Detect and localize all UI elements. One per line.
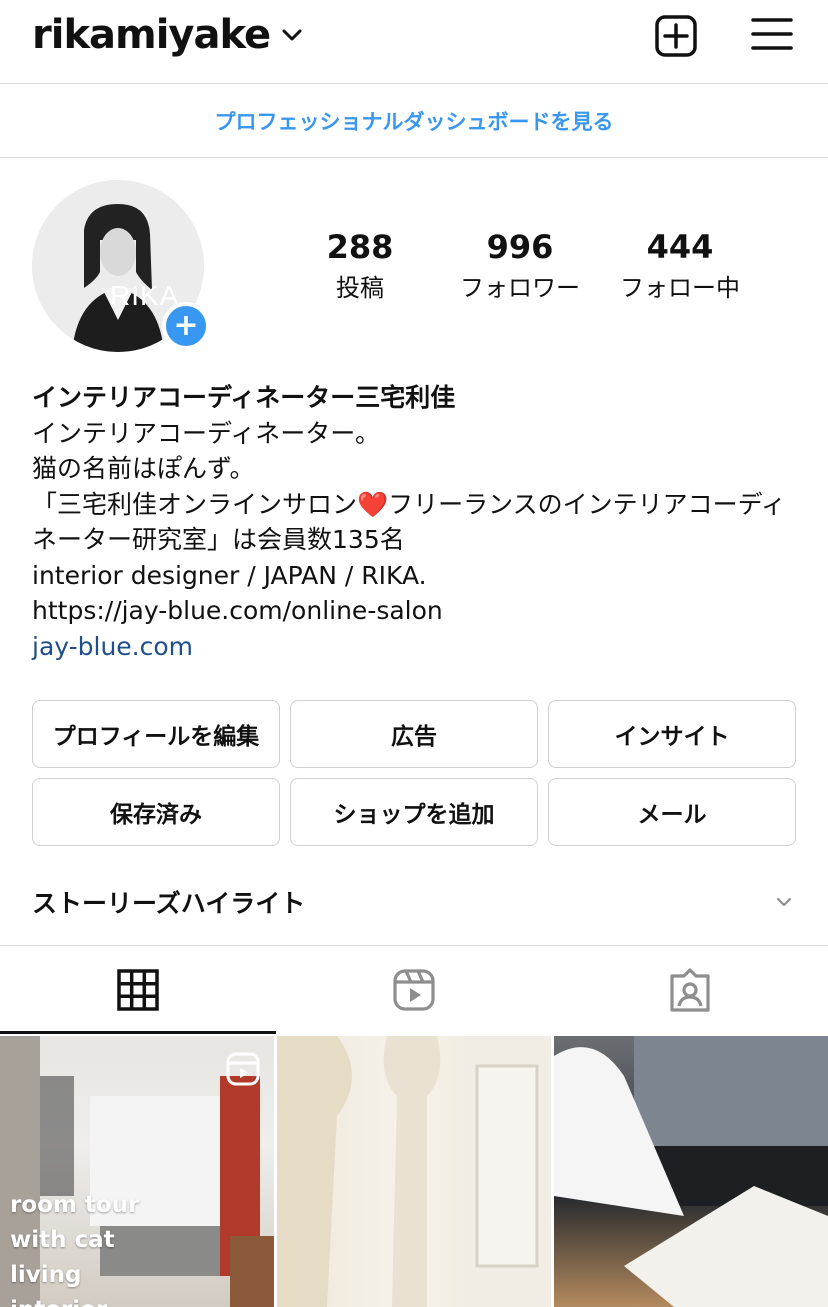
chevron-down-icon[interactable] <box>774 892 794 912</box>
followers-count[interactable]: 996 フォロワー <box>446 228 594 303</box>
stat-value: 996 <box>486 228 554 266</box>
bio-line: 猫の名前はぽんず。 <box>32 454 255 483</box>
website-link[interactable]: jay-blue.com <box>32 629 802 665</box>
post-thumbnail <box>277 1036 551 1307</box>
tab-tagged[interactable] <box>552 946 828 1034</box>
saved-button[interactable]: 保存済み <box>32 778 280 846</box>
active-tab-indicator <box>0 1031 276 1034</box>
tab-reels[interactable] <box>276 946 552 1034</box>
stat-label: 投稿 <box>336 274 384 302</box>
reel-badge-icon <box>226 1052 260 1086</box>
grid-post[interactable]: room tour with cat living interior <box>0 1036 274 1307</box>
insights-button[interactable]: インサイト <box>548 700 796 768</box>
tagged-icon <box>670 968 710 1012</box>
reels-icon <box>393 969 435 1011</box>
new-post-icon[interactable] <box>654 14 698 58</box>
add-story-button[interactable]: + <box>162 302 210 350</box>
menu-icon[interactable] <box>750 14 794 58</box>
grid-post[interactable] <box>277 1036 551 1307</box>
stat-label: フォロー中 <box>620 274 740 302</box>
tab-posts-grid[interactable] <box>0 946 276 1034</box>
bio-line: 「三宅利佳オンラインサロン❤️フリーランスのインテリアコーディネーター研究室」は… <box>32 489 786 555</box>
display-name: インテリアコーディネーター三宅利佳 <box>32 383 456 412</box>
grid-icon <box>117 969 159 1011</box>
stat-value: 288 <box>326 228 394 266</box>
bio-line: https://jay-blue.com/online-salon <box>32 596 443 625</box>
profile-avatar-container: RIKA + <box>32 180 210 352</box>
bio-line: interior designer / JAPAN / RIKA. <box>32 560 427 590</box>
top-bar: rikamiyake <box>0 0 828 84</box>
ads-button[interactable]: 広告 <box>290 700 538 768</box>
following-count[interactable]: 444 フォロー中 <box>606 228 754 303</box>
bio-line: インテリアコーディネーター。 <box>32 418 381 448</box>
plus-icon: + <box>173 308 199 343</box>
stat-value: 444 <box>646 228 714 266</box>
professional-dashboard-link[interactable]: プロフェッショナルダッシュボードを見る <box>0 84 828 158</box>
account-switcher[interactable]: rikamiyake <box>32 12 304 58</box>
post-caption-overlay: room tour with cat living interior <box>10 1192 140 1307</box>
edit-profile-button[interactable]: プロフィールを編集 <box>32 700 280 768</box>
post-thumbnail <box>554 1036 828 1307</box>
chevron-down-icon <box>282 29 302 41</box>
grid-post[interactable] <box>554 1036 828 1307</box>
posts-count[interactable]: 288 投稿 <box>304 228 416 303</box>
username: rikamiyake <box>32 12 271 58</box>
profile-bio: インテリアコーディネーター三宅利佳 インテリアコーディネーター。 猫の名前はぽん… <box>32 380 802 664</box>
stat-label: フォロワー <box>460 274 580 302</box>
email-button[interactable]: メール <box>548 778 796 846</box>
story-highlights-label[interactable]: ストーリーズハイライト <box>32 884 305 920</box>
add-shop-button[interactable]: ショップを追加 <box>290 778 538 846</box>
